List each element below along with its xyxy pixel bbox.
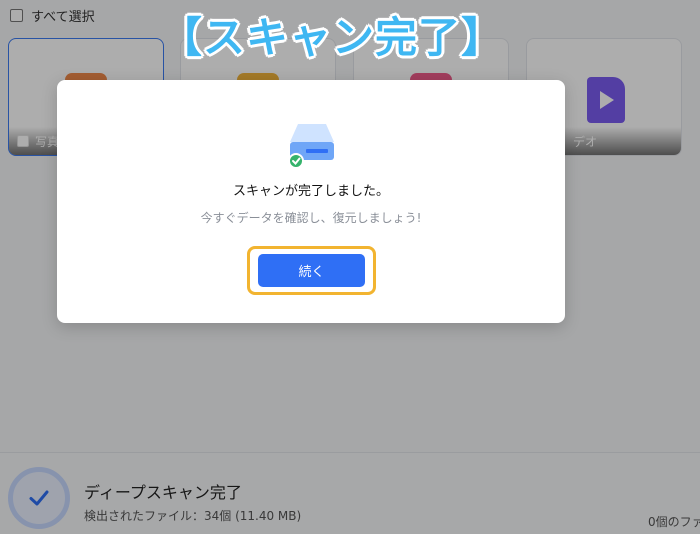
continue-button-highlight: 続く [247,246,376,295]
continue-button[interactable]: 続く [258,254,365,287]
drive-check-icon [286,120,338,170]
annotation-banner: 【スキャン完了】 [160,4,504,64]
scan-complete-dialog: スキャンが完了しました。 今すぐデータを確認し、復元しましょう! 続く [57,80,565,323]
dialog-title: スキャンが完了しました。 [232,184,389,199]
annotation-text: 【スキャン完了】 [160,12,505,62]
dialog-subtitle: 今すぐデータを確認し、復元しましょう! [200,211,422,225]
